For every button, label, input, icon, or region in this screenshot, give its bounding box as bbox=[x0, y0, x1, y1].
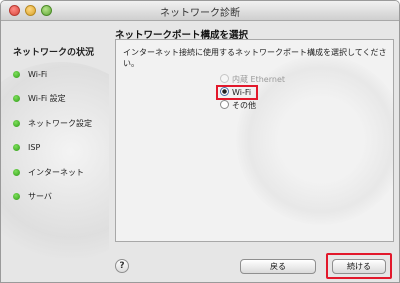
radio-button bbox=[220, 74, 229, 83]
step-network-settings: ネットワーク設定 bbox=[13, 118, 92, 130]
wifi-highlight-box bbox=[216, 85, 258, 100]
back-button[interactable]: 戻る bbox=[240, 259, 316, 274]
step-wifi-settings: Wi-Fi 設定 bbox=[13, 93, 66, 105]
status-green-icon bbox=[13, 169, 20, 176]
status-green-icon bbox=[13, 120, 20, 127]
window-title: ネットワーク診断 bbox=[160, 8, 240, 19]
radio-button[interactable] bbox=[220, 100, 229, 109]
step-internet: インターネット bbox=[13, 167, 84, 179]
sidebar: ネットワークの状況 Wi-Fi Wi-Fi 設定 ネットワーク設定 ISP イン… bbox=[1, 22, 109, 258]
status-green-icon bbox=[13, 71, 20, 78]
status-green-icon bbox=[13, 144, 20, 151]
option-builtin-ethernet: 内蔵 Ethernet bbox=[220, 74, 285, 85]
step-label: サーバ bbox=[28, 192, 52, 201]
step-label: ISP bbox=[28, 143, 41, 152]
step-wifi: Wi-Fi bbox=[13, 69, 47, 81]
continue-button[interactable]: 続ける bbox=[332, 259, 386, 274]
description-text: インターネット接続に使用するネットワークポート構成を選択してください。 bbox=[123, 48, 387, 68]
option-other[interactable]: その他 bbox=[220, 100, 256, 111]
option-label[interactable]: その他 bbox=[232, 101, 256, 110]
network-diagnostics-window: ネットワーク診断 ネットワークの状況 Wi-Fi Wi-Fi 設定 ネットワーク… bbox=[0, 0, 400, 283]
status-green-icon bbox=[13, 95, 20, 102]
sidebar-background-art bbox=[1, 62, 109, 258]
status-green-icon bbox=[13, 193, 20, 200]
option-label: 内蔵 Ethernet bbox=[232, 75, 286, 84]
step-label: Wi-Fi 設定 bbox=[28, 94, 66, 103]
step-label: Wi-Fi bbox=[28, 70, 48, 79]
title-bar: ネットワーク診断 bbox=[1, 1, 399, 21]
step-isp: ISP bbox=[13, 142, 40, 154]
step-label: ネットワーク設定 bbox=[28, 119, 92, 128]
main-panel: インターネット接続に使用するネットワークポート構成を選択してください。 内蔵 E… bbox=[115, 39, 394, 242]
help-button[interactable]: ? bbox=[115, 259, 129, 273]
sidebar-heading: ネットワークの状況 bbox=[13, 48, 95, 58]
step-server: サーバ bbox=[13, 191, 52, 203]
step-label: インターネット bbox=[28, 168, 84, 177]
